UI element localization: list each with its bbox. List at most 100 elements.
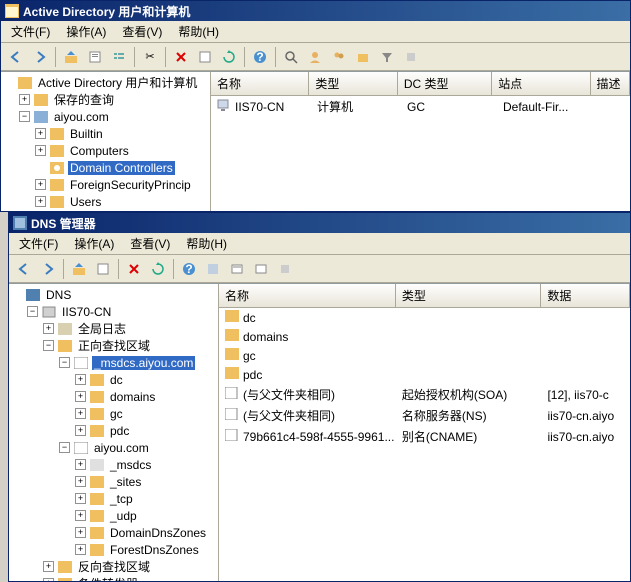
expand-icon[interactable]: + — [75, 476, 86, 487]
udp-node[interactable]: _udp — [108, 509, 139, 523]
col-name[interactable]: 名称 — [211, 72, 309, 95]
expand-icon[interactable]: + — [75, 425, 86, 436]
expand-icon[interactable]: + — [19, 94, 30, 105]
domaindns-node[interactable]: DomainDnsZones — [108, 526, 208, 540]
collapse-icon[interactable]: − — [19, 111, 30, 122]
back-button[interactable] — [13, 258, 35, 280]
expand-icon[interactable]: + — [35, 196, 46, 207]
extra-button[interactable] — [400, 46, 422, 68]
list-row[interactable]: 79b661c4-598f-4555-9961... 别名(CNAME) iis… — [219, 426, 630, 447]
tool3-button[interactable] — [250, 258, 272, 280]
forestdns-node[interactable]: ForestDnsZones — [108, 543, 201, 557]
server-node[interactable]: IIS70-CN — [60, 305, 113, 319]
collapse-icon[interactable]: − — [59, 357, 70, 368]
gc-node[interactable]: gc — [108, 407, 125, 421]
props2-button[interactable] — [194, 46, 216, 68]
msdcsfolder[interactable]: _msdcs — [108, 458, 153, 472]
expand-icon[interactable]: + — [43, 561, 54, 572]
list-row[interactable]: pdc — [219, 365, 630, 384]
menu-view[interactable]: 查看(V) — [114, 21, 170, 42]
menu-help[interactable]: 帮助(H) — [170, 21, 227, 42]
builtin-node[interactable]: Builtin — [68, 127, 105, 141]
list-row[interactable]: domains — [219, 327, 630, 346]
dns-root[interactable]: DNS — [44, 288, 73, 302]
col-type[interactable]: 类型 — [309, 72, 398, 95]
cond-fwd[interactable]: 条件转发器 — [76, 575, 140, 581]
expand-icon[interactable]: + — [75, 527, 86, 538]
menu-file[interactable]: 文件(F) — [11, 233, 66, 254]
up-button[interactable] — [60, 46, 82, 68]
collapse-icon[interactable]: − — [27, 306, 38, 317]
up-button[interactable] — [68, 258, 90, 280]
refresh-button[interactable] — [147, 258, 169, 280]
expand-icon[interactable]: + — [35, 128, 46, 139]
col-data[interactable]: 数据 — [541, 284, 630, 307]
fsp-node[interactable]: ForeignSecurityPrincip — [68, 178, 193, 192]
list-row[interactable]: dc — [219, 308, 630, 327]
col-site[interactable]: 站点 — [492, 72, 590, 95]
expand-icon[interactable]: + — [75, 391, 86, 402]
tool1-button[interactable] — [202, 258, 224, 280]
cut-button[interactable]: ✂ — [139, 46, 161, 68]
refresh-button[interactable] — [218, 46, 240, 68]
delete-button[interactable] — [170, 46, 192, 68]
props-button[interactable] — [92, 258, 114, 280]
filter-icon[interactable] — [376, 46, 398, 68]
dns-list[interactable]: 名称 类型 数据 dc domains gc pdc (与父文件夹相同) 起始授… — [219, 284, 630, 581]
expand-icon[interactable]: + — [75, 374, 86, 385]
col-type[interactable]: 类型 — [396, 284, 542, 307]
collapse-icon[interactable]: − — [59, 442, 70, 453]
expand-icon[interactable]: + — [75, 408, 86, 419]
menu-action[interactable]: 操作(A) — [58, 21, 114, 42]
tool2-button[interactable] — [226, 258, 248, 280]
expand-icon[interactable]: + — [75, 493, 86, 504]
computers-node[interactable]: Computers — [68, 144, 131, 158]
new-user-icon[interactable] — [304, 46, 326, 68]
help-button[interactable]: ? — [178, 258, 200, 280]
sites-node[interactable]: _sites — [108, 475, 143, 489]
users-node[interactable]: Users — [68, 195, 103, 209]
aiyou-zone[interactable]: aiyou.com — [92, 441, 151, 455]
list-view-button[interactable] — [108, 46, 130, 68]
rev-zone[interactable]: 反向查找区域 — [76, 558, 152, 575]
expand-icon[interactable]: + — [75, 510, 86, 521]
ad-root[interactable]: Active Directory 用户和计算机 — [36, 74, 199, 91]
new-ou-icon[interactable] — [352, 46, 374, 68]
expand-icon[interactable]: + — [35, 179, 46, 190]
menu-action[interactable]: 操作(A) — [66, 233, 122, 254]
list-row[interactable]: (与父文件夹相同) 名称服务器(NS) iis70-cn.aiyo — [219, 405, 630, 426]
domains-node[interactable]: domains — [108, 390, 157, 404]
col-dctype[interactable]: DC 类型 — [398, 72, 492, 95]
expand-icon[interactable]: + — [43, 578, 54, 581]
back-button[interactable] — [5, 46, 27, 68]
new-group-icon[interactable] — [328, 46, 350, 68]
ad-list[interactable]: 名称 类型 DC 类型 站点 描述 IIS70-CN 计算机 GC Defaul… — [211, 72, 630, 211]
list-row[interactable]: IIS70-CN 计算机 GC Default-Fir... — [211, 96, 630, 117]
list-row[interactable]: gc — [219, 346, 630, 365]
delete-button[interactable] — [123, 258, 145, 280]
expand-icon[interactable]: + — [75, 544, 86, 555]
dns-tree[interactable]: DNS −IIS70-CN +全局日志 −正向查找区域 −_msdcs.aiyo… — [9, 284, 219, 581]
menu-file[interactable]: 文件(F) — [3, 21, 58, 42]
menu-view[interactable]: 查看(V) — [122, 233, 178, 254]
saved-queries[interactable]: 保存的查询 — [52, 91, 116, 108]
expand-icon[interactable]: + — [43, 323, 54, 334]
help-button[interactable]: ? — [249, 46, 271, 68]
find-button[interactable] — [280, 46, 302, 68]
properties-button[interactable] — [84, 46, 106, 68]
tcp-node[interactable]: _tcp — [108, 492, 135, 506]
forward-button[interactable] — [29, 46, 51, 68]
collapse-icon[interactable]: − — [43, 340, 54, 351]
col-name[interactable]: 名称 — [219, 284, 396, 307]
msdcs-zone[interactable]: _msdcs.aiyou.com — [92, 356, 195, 370]
expand-icon[interactable]: + — [75, 459, 86, 470]
fwd-zone[interactable]: 正向查找区域 — [76, 337, 152, 354]
global-log[interactable]: 全局日志 — [76, 320, 128, 337]
ad-tree[interactable]: Active Directory 用户和计算机 +保存的查询 −aiyou.co… — [1, 72, 211, 211]
tool4-button[interactable] — [274, 258, 296, 280]
col-desc[interactable]: 描述 — [591, 72, 630, 95]
expand-icon[interactable]: + — [35, 145, 46, 156]
pdc-node[interactable]: pdc — [108, 424, 131, 438]
forward-button[interactable] — [37, 258, 59, 280]
dc-node[interactable]: dc — [108, 373, 125, 387]
